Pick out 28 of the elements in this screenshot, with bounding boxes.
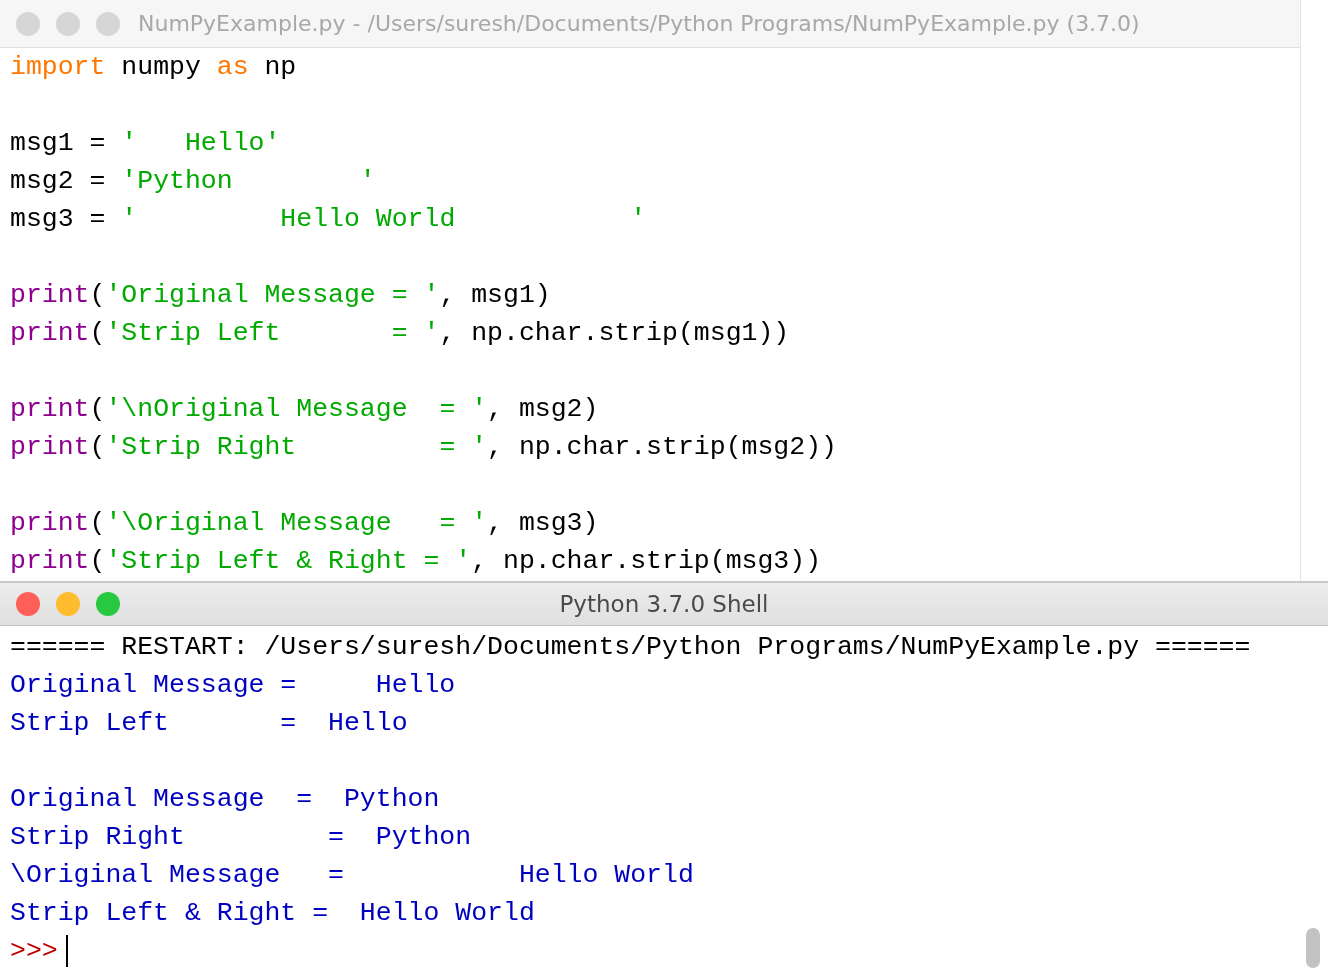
text-cursor — [65, 935, 68, 967]
window-title: NumPyExample.py - /Users/suresh/Documents/Python Programs/NumPyExample.py (3.7.0) — [138, 11, 1140, 36]
close-button[interactable] — [16, 592, 40, 616]
minimize-button[interactable] — [56, 11, 80, 36]
scrollbar-thumb[interactable] — [1306, 928, 1320, 968]
close-button[interactable] — [16, 11, 40, 36]
minimize-button[interactable] — [56, 592, 80, 616]
output-line: Strip Right = Python — [10, 821, 472, 854]
code-line: print('Strip Left = ', np.char.strip(msg1)) — [10, 317, 790, 350]
code-line: print('Strip Left & Right = ', np.char.strip(msg3)) — [10, 545, 822, 578]
output-line: Original Message = Python — [10, 783, 440, 816]
output-line: Strip Left = Hello — [10, 707, 408, 740]
window-title: Python 3.7.0 Shell — [559, 591, 769, 617]
restart-line: ====== RESTART: /Users/suresh/Documents/Python Programs/NumPyExample.py ====== — [10, 631, 1251, 664]
code-line: msg3 = ' Hello World ' — [10, 203, 647, 236]
output-line: \Original Message = Hello World — [10, 859, 694, 892]
zoom-button[interactable] — [96, 592, 120, 616]
zoom-button[interactable] — [96, 11, 120, 36]
shell-prompt: >>> — [10, 935, 58, 968]
code-line: msg1 = ' Hello' — [10, 127, 281, 160]
code-line: print('Strip Right = ', np.char.strip(msg2)) — [10, 431, 837, 464]
code-line: print('Original Message = ', msg1) — [10, 279, 551, 312]
output-line: Strip Left & Right = Hello World — [10, 897, 535, 930]
code-line: print('\Original Message = ', msg3) — [10, 507, 599, 540]
code-line: import numpy as np — [10, 51, 297, 84]
output-line: Original Message = Hello — [10, 669, 456, 702]
code-line: print('\nOriginal Message = ', msg2) — [10, 393, 599, 426]
code-line: msg2 = 'Python ' — [10, 165, 376, 198]
